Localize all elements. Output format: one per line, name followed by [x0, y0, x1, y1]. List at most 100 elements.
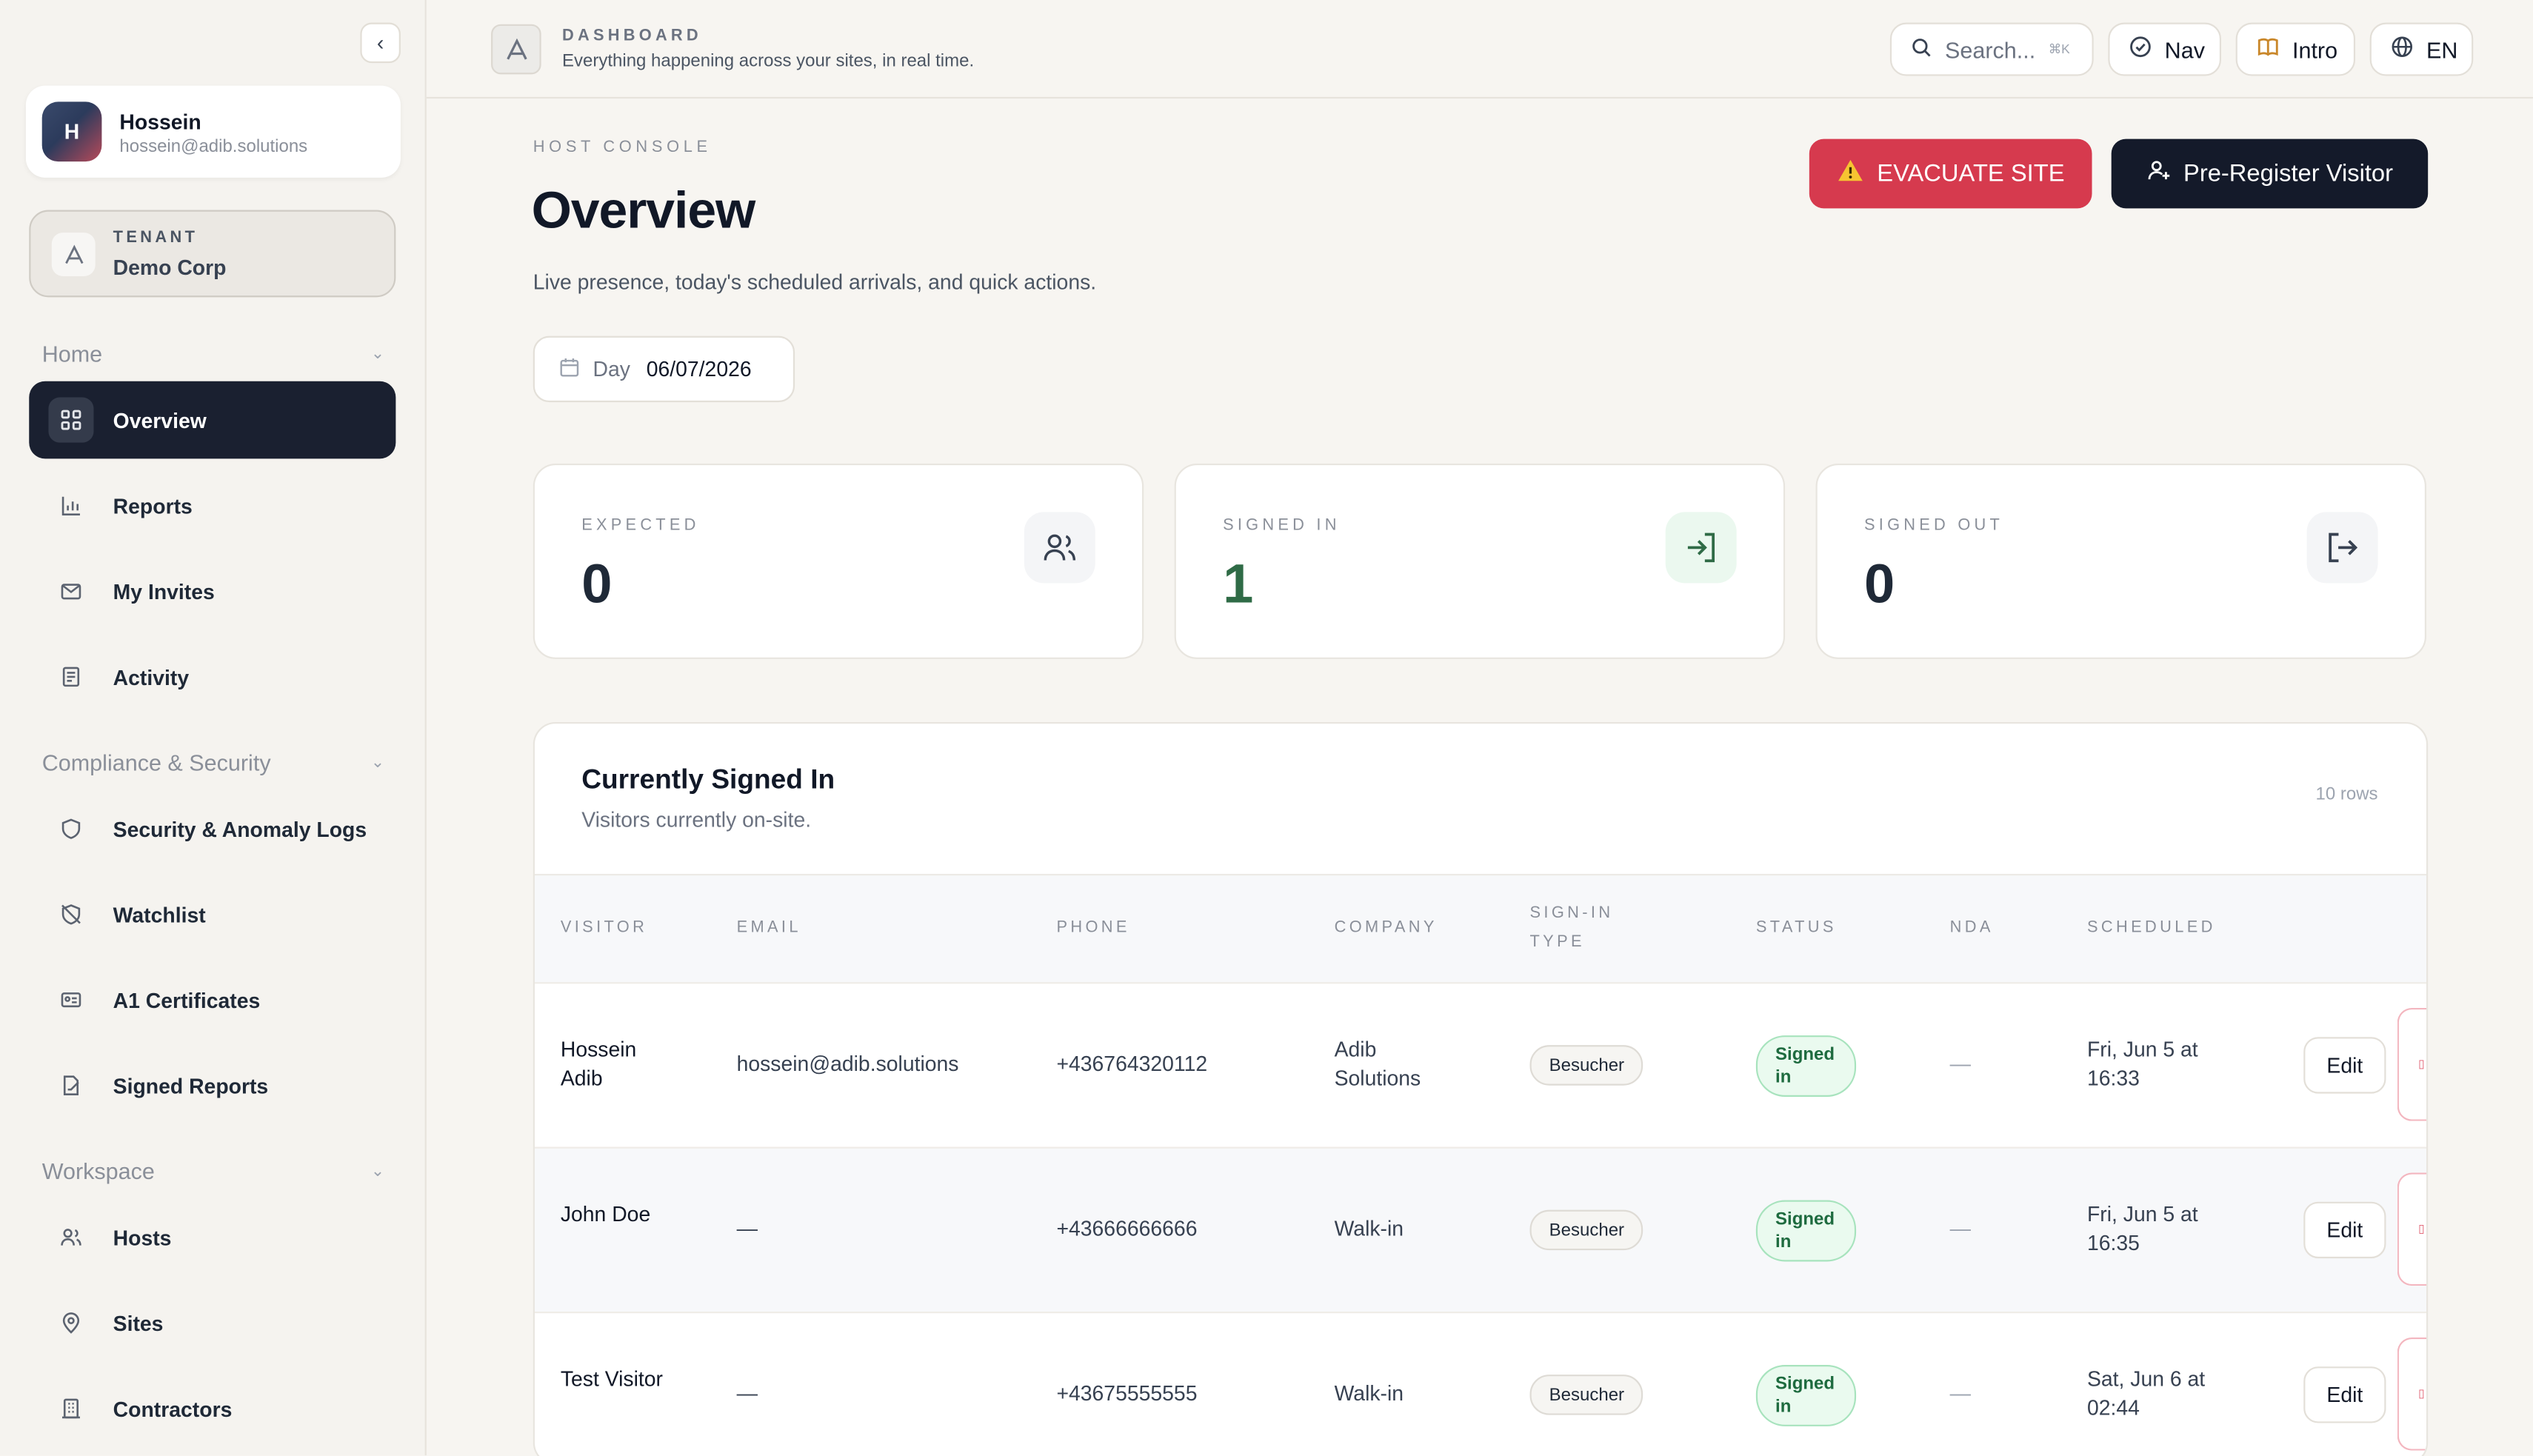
tenant-switcher[interactable]: TENANT Demo Corp	[29, 210, 396, 298]
cell-email: —	[736, 1216, 758, 1241]
sidebar-item-security-logs[interactable]: Security & Anomaly Logs	[29, 790, 396, 868]
row-count: 10 rows	[2315, 785, 2378, 805]
delete-button[interactable]: ▯	[2397, 1337, 2427, 1451]
topbar-subtitle: Everything happening across your sites, …	[562, 51, 975, 71]
column-header: SIGN-IN TYPE	[1529, 904, 1614, 952]
sidebar-item-label: Overview	[113, 407, 207, 433]
cell-phone: +43675555555	[1056, 1380, 1198, 1406]
trash-icon: ▯	[2418, 1224, 2425, 1236]
shield-icon	[48, 806, 93, 851]
sign-in-type-badge: Besucher	[1529, 1045, 1644, 1086]
section-workspace[interactable]: Workspace ⌄	[42, 1158, 384, 1184]
cell-phone: +43666666666	[1056, 1216, 1198, 1241]
section-compliance-security[interactable]: Compliance & Security ⌄	[42, 749, 384, 775]
sidebar-item-hosts[interactable]: Hosts	[29, 1198, 396, 1276]
sidebar-item-my-invites[interactable]: My Invites	[29, 552, 396, 630]
intro-button[interactable]: Intro	[2235, 22, 2356, 76]
column-header: PHONE	[1056, 919, 1130, 938]
sidebar-item-label: A1 Certificates	[113, 987, 261, 1012]
trash-icon: ▯	[2418, 1059, 2425, 1072]
evacuate-site-button[interactable]: EVACUATE SITE	[1809, 138, 2092, 209]
column-header: COMPANY	[1334, 919, 1438, 938]
avatar: H	[41, 101, 102, 162]
sidebar-item-sites[interactable]: Sites	[29, 1284, 396, 1362]
table-row[interactable]: John Doe — +43666666666 Walk-in Besucher…	[534, 1146, 2427, 1312]
sidebar-item-contractors[interactable]: Contractors	[29, 1370, 396, 1448]
stat-card-signed-in: SIGNED IN 1	[1174, 463, 1786, 659]
tenant-name: Demo Corp	[113, 255, 227, 280]
table-header: VISITOR EMAIL PHONE COMPANY SIGN-IN TYPE…	[534, 873, 2427, 983]
sign-out-icon	[2306, 512, 2378, 584]
sidebar-item-watchlist[interactable]: Watchlist	[29, 875, 396, 953]
page-title: Overview	[531, 181, 756, 239]
status-badge: Signed in	[1755, 1200, 1857, 1262]
sidebar-item-label: Security & Anomaly Logs	[113, 816, 367, 841]
users-icon	[48, 1215, 93, 1260]
topbar-title: DASHBOARD	[562, 27, 702, 46]
cell-company: Adib Solutions	[1334, 1037, 1421, 1091]
stat-value: 1	[1223, 554, 1254, 615]
delete-button[interactable]: ▯	[2397, 1008, 2427, 1121]
sidebar-item-label: Activity	[113, 664, 190, 689]
search-shortcut: ⌘K	[2048, 41, 2070, 57]
edit-button[interactable]: Edit	[2303, 1366, 2386, 1423]
sidebar: ‹ H Hossein hossein@adib.solutions TENAN…	[0, 0, 427, 1456]
language-button[interactable]: EN	[2369, 22, 2474, 76]
sidebar-item-reports[interactable]: Reports	[29, 467, 396, 544]
table-title: Currently Signed In	[581, 764, 835, 795]
sidebar-item-label: Signed Reports	[113, 1073, 269, 1098]
warning-icon	[1837, 158, 1864, 189]
stat-card-expected: EXPECTED 0	[533, 463, 1144, 659]
file-signed-icon	[48, 1063, 93, 1108]
tenant-label: TENANT	[113, 229, 198, 247]
sidebar-item-signed-reports[interactable]: Signed Reports	[29, 1046, 396, 1124]
collapse-sidebar-button[interactable]: ‹	[360, 22, 401, 64]
column-header: VISITOR	[560, 919, 648, 938]
currently-signed-in-table: Currently Signed In Visitors currently o…	[533, 721, 2429, 1456]
search-button[interactable]: Search... ⌘K	[1889, 22, 2094, 76]
stat-value: 0	[1863, 554, 1895, 615]
id-card-icon	[48, 978, 93, 1023]
table-row[interactable]: Test Visitor — +43675555555 Walk-in Besu…	[534, 1312, 2427, 1456]
cell-visitor: Hossein Adib	[560, 1037, 637, 1091]
nav-button[interactable]: Nav	[2108, 22, 2222, 76]
tenant-logo	[51, 233, 96, 276]
page-description: Live presence, today's scheduled arrival…	[533, 270, 1097, 294]
cell-email: hossein@adib.solutions	[736, 1051, 959, 1076]
globe-icon	[2391, 36, 2414, 63]
stat-card-signed-out: SIGNED OUT 0	[1815, 463, 2427, 659]
chevron-down-icon: ⌄	[370, 1162, 385, 1181]
day-picker[interactable]: Day 06/07/2026	[533, 335, 795, 403]
company-logo	[491, 24, 541, 75]
section-title: Compliance & Security	[41, 749, 271, 775]
stat-label: SIGNED IN	[1223, 516, 1341, 535]
section-home[interactable]: Home ⌄	[42, 341, 384, 367]
pre-register-visitor-button[interactable]: Pre-Register Visitor	[2111, 138, 2429, 209]
grid-icon	[48, 397, 94, 443]
edit-button[interactable]: Edit	[2303, 1037, 2386, 1094]
sidebar-item-a1-certificates[interactable]: A1 Certificates	[29, 961, 396, 1039]
chevron-down-icon: ⌄	[370, 344, 385, 363]
sign-in-icon	[1665, 512, 1737, 584]
sidebar-item-label: Reports	[113, 493, 193, 518]
user-name: Hossein	[119, 110, 201, 135]
table-row[interactable]: Hossein Adib hossein@adib.solutions +436…	[534, 982, 2427, 1146]
user-card[interactable]: H Hossein hossein@adib.solutions	[25, 85, 401, 178]
sidebar-item-label: Watchlist	[113, 902, 206, 926]
cell-nda: —	[1949, 1216, 1971, 1241]
cell-scheduled: Fri, Jun 5 at 16:35	[2086, 1201, 2198, 1255]
sidebar-item-overview[interactable]: Overview	[29, 381, 396, 459]
book-icon	[2257, 36, 2280, 63]
sidebar-item-activity[interactable]: Activity	[29, 638, 396, 716]
cell-nda: —	[1949, 1051, 1971, 1076]
table-subtitle: Visitors currently on-site.	[581, 807, 812, 832]
column-header: NDA	[1949, 919, 1994, 938]
delete-button[interactable]: ▯	[2397, 1172, 2427, 1286]
cell-scheduled: Sat, Jun 6 at 02:44	[2086, 1366, 2206, 1420]
sign-in-type-badge: Besucher	[1529, 1209, 1644, 1251]
app-root: ‹ H Hossein hossein@adib.solutions TENAN…	[0, 0, 2533, 1456]
topbar: DASHBOARD Everything happening across yo…	[426, 0, 2533, 99]
edit-button[interactable]: Edit	[2303, 1201, 2386, 1259]
cell-phone: +436764320112	[1056, 1051, 1208, 1076]
chart-icon	[48, 483, 93, 528]
